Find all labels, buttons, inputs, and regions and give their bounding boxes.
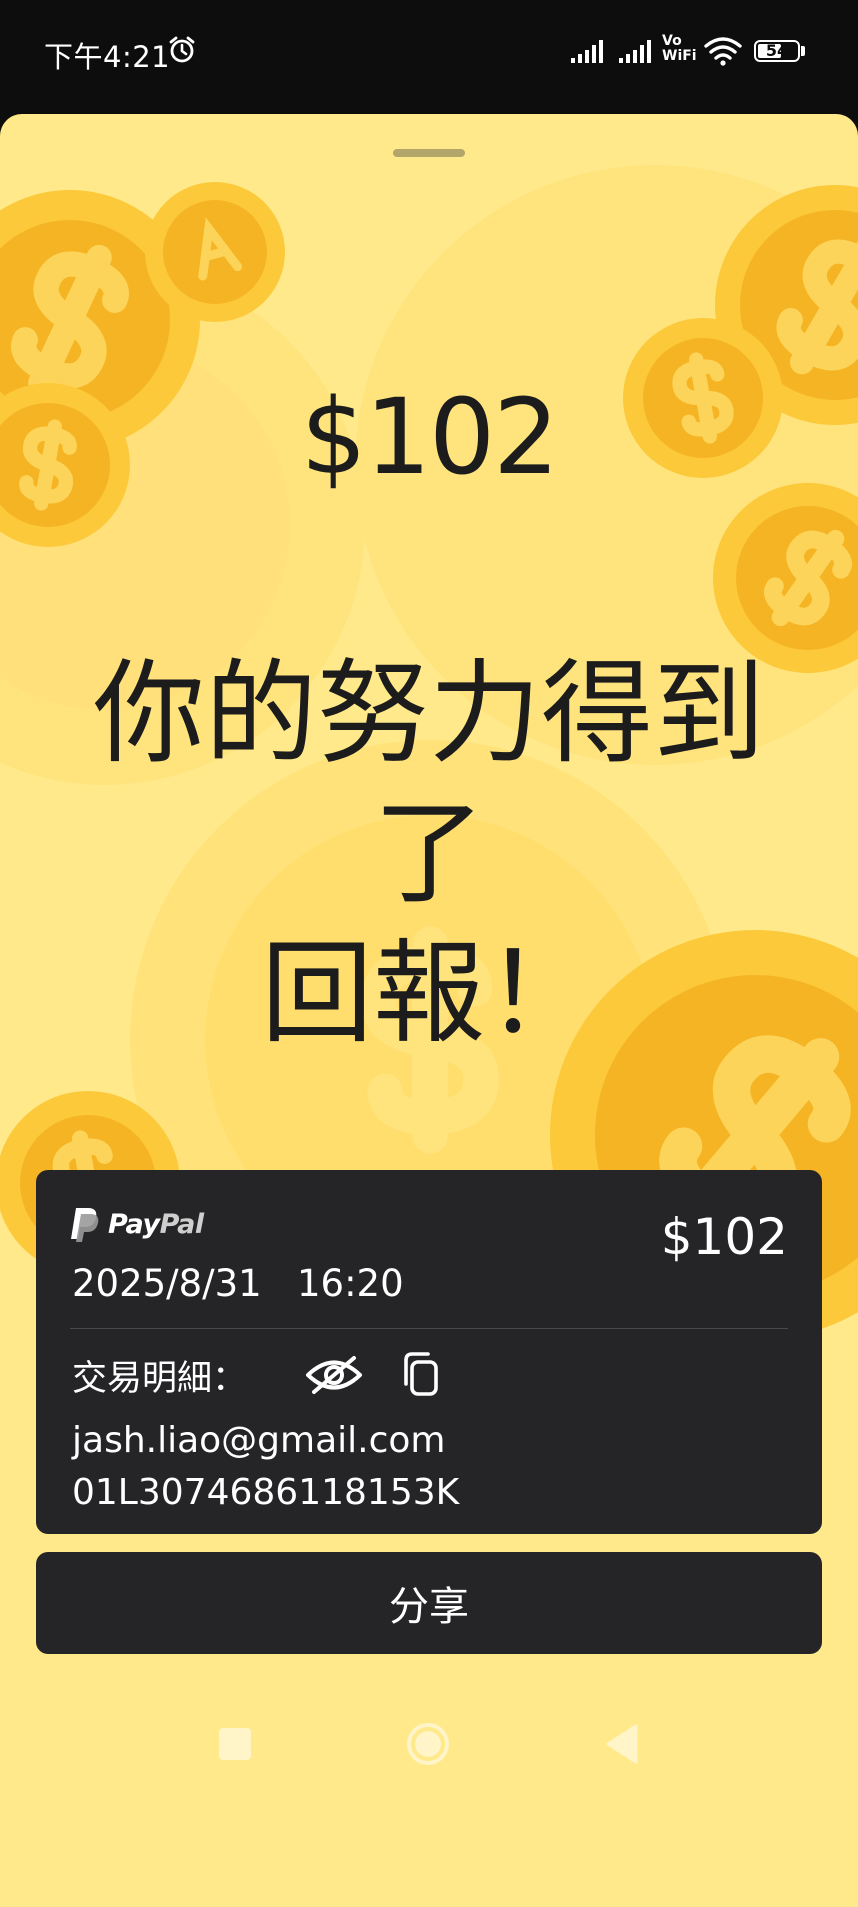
transaction-id: 01L3074686118153K [72, 1472, 460, 1513]
reward-sheet: $102 你的努力得到了 回報！ PayPal $102 2025/8/31 1… [0, 114, 858, 1907]
transaction-details-label: 交易明細： [72, 1359, 248, 1399]
nav-recents-icon[interactable] [219, 1728, 251, 1760]
screen: 下午4:21 Vo WiFi 54 $102 你的努力得到了 回報！ PayPa… [0, 0, 858, 1907]
paypal-word-pal: Pal [159, 1208, 205, 1240]
eye-off-icon[interactable] [304, 1352, 364, 1398]
battery-level: 54 [765, 41, 789, 60]
paypal-wordmark: PayPal [108, 1209, 204, 1240]
wifi-icon [704, 37, 742, 66]
status-bar: 下午4:21 Vo WiFi 54 [0, 0, 858, 112]
card-divider [70, 1328, 788, 1329]
nav-home-icon[interactable] [406, 1722, 450, 1766]
cellular-signal-icon [619, 40, 651, 63]
paypal-word-pay: Pay [108, 1208, 160, 1240]
reward-amount: $102 [300, 376, 560, 498]
card-amount: $102 [660, 1208, 788, 1266]
vowifi-indicator: Vo WiFi [662, 34, 697, 64]
battery-cap [801, 46, 805, 56]
vowifi-line1: Vo [662, 33, 682, 49]
status-time: 下午4:21 [44, 40, 171, 74]
payer-email: jash.liao@gmail.com [72, 1420, 446, 1461]
alarm-icon [169, 36, 195, 63]
reward-headline: 你的努力得到了 回報！ [40, 644, 818, 1064]
sheet-drag-handle[interactable] [393, 149, 465, 157]
paypal-icon [71, 1208, 99, 1242]
nav-back-icon[interactable] [604, 1724, 640, 1764]
vowifi-line2: WiFi [662, 48, 697, 64]
headline-line1: 你的努力得到了 [93, 649, 765, 919]
battery-icon: 54 [754, 40, 800, 62]
cellular-signal-icon [571, 40, 603, 63]
headline-line2: 回報！ [261, 929, 597, 1059]
paypal-logo: PayPal [70, 1204, 204, 1244]
transaction-datetime: 2025/8/31 16:20 [72, 1262, 404, 1305]
share-button[interactable]: 分享 [36, 1552, 822, 1654]
transaction-card: PayPal $102 2025/8/31 16:20 交易明細： jash.l… [36, 1170, 822, 1534]
copy-icon[interactable] [402, 1350, 442, 1398]
